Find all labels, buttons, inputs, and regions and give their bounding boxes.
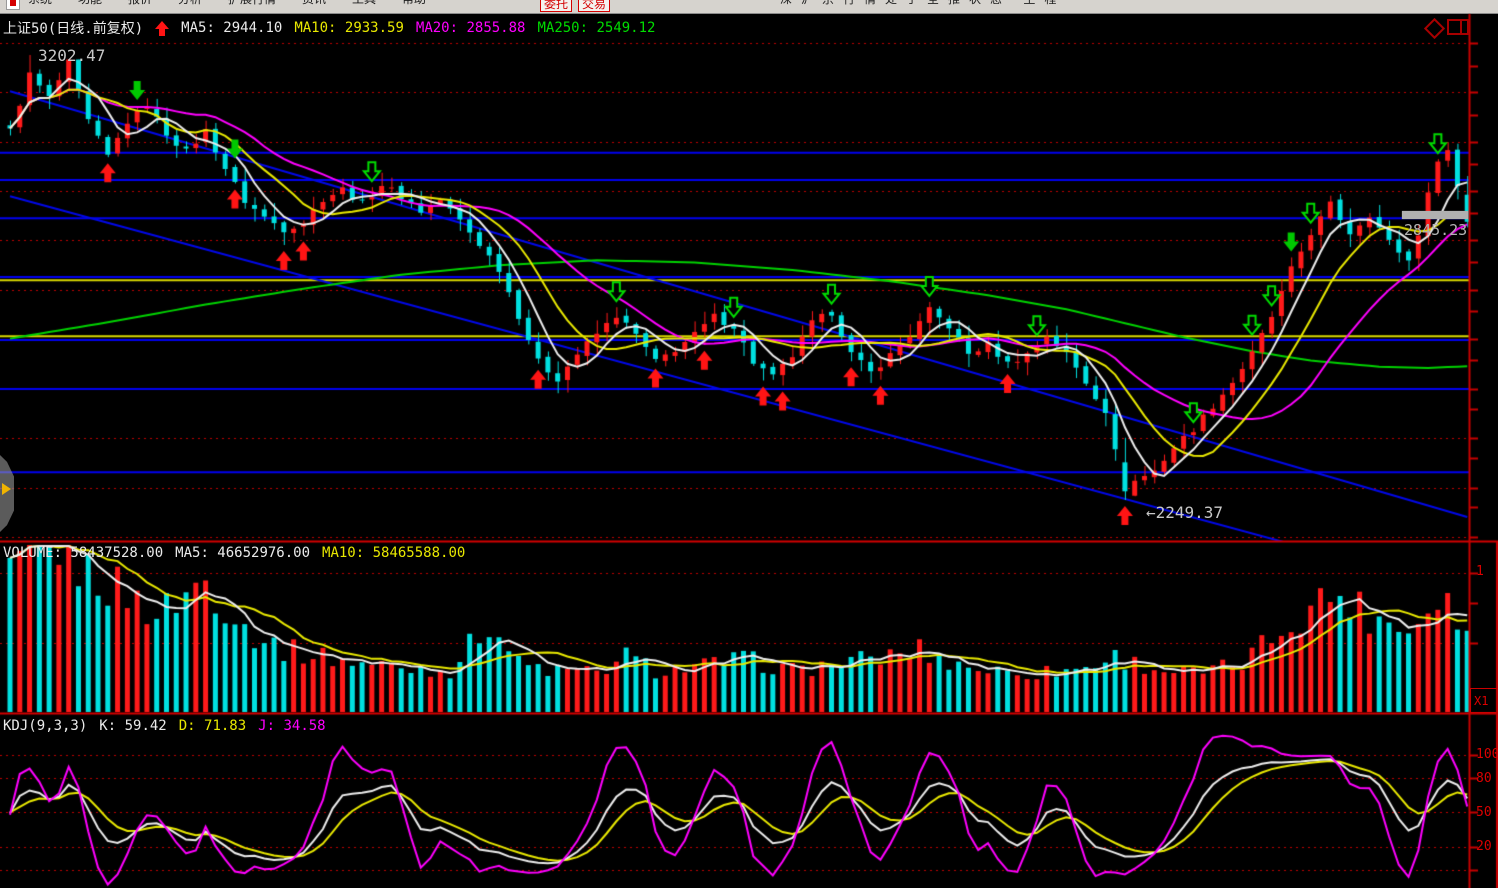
menu-item-info[interactable]: 资讯: [302, 0, 326, 5]
app-icon[interactable]: [6, 0, 20, 10]
menu-item-extended[interactable]: 扩展行情: [228, 0, 276, 5]
ma250-value: MA250: 2549.12: [537, 20, 655, 36]
kdj-axis-20: 20: [1476, 839, 1492, 854]
volume-axis-label: 1: [1476, 564, 1484, 579]
menu-bar: 系统 功能 报价 分析 扩展行情 资讯 工具 帮助 委托 交易 深沪京行情处于全…: [0, 0, 1498, 14]
chart-canvas[interactable]: [0, 13, 1498, 888]
last-price-marker: [1402, 211, 1468, 219]
last-price-label: 2845.23: [1404, 221, 1467, 239]
kdj-axis-100: 100: [1476, 747, 1498, 762]
ma10-value: MA10: 2933.59: [294, 20, 404, 36]
ma20-value: MA20: 2855.88: [416, 20, 526, 36]
trade-button[interactable]: 交易: [578, 0, 610, 12]
symbol-title: 上证50(日线.前复权): [3, 18, 143, 38]
kdj-k-value: K: 59.42: [99, 718, 166, 734]
flyout-expand-icon[interactable]: [2, 483, 11, 495]
menu-item-help[interactable]: 帮助: [402, 0, 426, 5]
kdj-pane-header: KDJ(9,3,3) K: 59.42 D: 71.83 J: 34.58: [3, 718, 326, 734]
main-chart-header: 上证50(日线.前复权) MA5: 2944.10 MA10: 2933.59 …: [3, 18, 655, 38]
quote-status-text: 深沪京行情处于全推状态 主程: [780, 0, 1065, 5]
menu-item-function[interactable]: 功能: [78, 0, 102, 5]
kdj-title: KDJ(9,3,3): [3, 718, 87, 734]
vol-ma5-value: MA5: 46652976.00: [175, 545, 310, 561]
menu-item-system[interactable]: 系统: [28, 0, 52, 5]
up-arrow-icon: [155, 21, 169, 36]
volume-unit-label: X1万: [1470, 688, 1498, 713]
trading-app-window: 系统 功能 报价 分析 扩展行情 资讯 工具 帮助 委托 交易 深沪京行情处于全…: [0, 0, 1498, 888]
ma5-value: MA5: 2944.10: [181, 20, 282, 36]
kdj-j-value: J: 34.58: [258, 718, 325, 734]
kdj-axis-80: 80: [1476, 771, 1492, 786]
volume-value: VOLUME: 58437528.00: [3, 545, 163, 561]
split-window-icon[interactable]: [1447, 19, 1469, 35]
vol-ma10-value: MA10: 58465588.00: [322, 545, 465, 561]
period-high-label: 3202.47: [38, 46, 105, 65]
period-low-label: ←2249.37: [1146, 503, 1223, 522]
kdj-axis-50: 50: [1476, 805, 1492, 820]
entrust-button[interactable]: 委托: [540, 0, 572, 12]
menu-item-tools[interactable]: 工具: [352, 0, 376, 5]
menu-item-analysis[interactable]: 分析: [178, 0, 202, 5]
volume-pane-header: VOLUME: 58437528.00 MA5: 46652976.00 MA1…: [3, 545, 465, 561]
kdj-d-value: D: 71.83: [179, 718, 246, 734]
menu-item-quote[interactable]: 报价: [128, 0, 152, 5]
